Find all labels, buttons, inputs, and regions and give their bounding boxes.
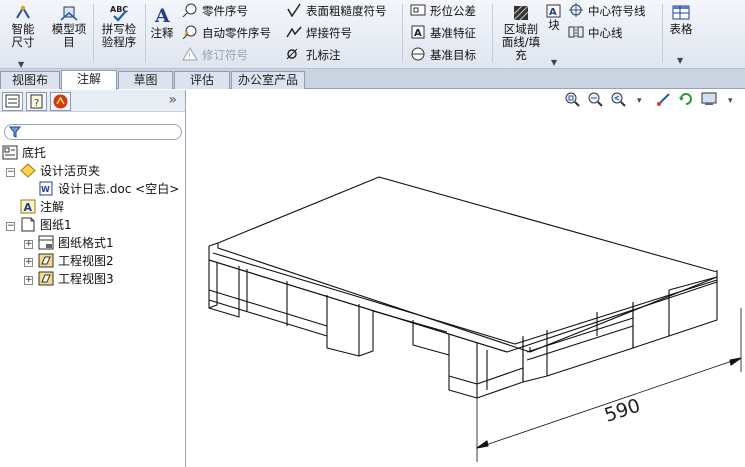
svg-text:?: ? <box>34 98 39 109</box>
datum-target-icon <box>411 47 425 61</box>
centerline-icon <box>568 26 584 38</box>
command-manager-tabs: 视图布局 注解 草图 评估 办公室产品 <box>0 69 745 103</box>
annotations-icon: A <box>20 199 36 214</box>
area-hatch-icon <box>513 5 529 21</box>
tab-sketch[interactable]: 草图 <box>118 71 173 89</box>
weld-symbol-icon <box>286 26 302 38</box>
svg-text:A: A <box>24 201 33 214</box>
tab-view-layout[interactable]: 视图布局 <box>0 71 60 103</box>
tree-item-annotations[interactable]: A 注解 <box>20 198 64 216</box>
collapse-toggle[interactable]: − <box>6 168 15 177</box>
svg-text:!: ! <box>188 52 191 61</box>
smart-dimension-icon <box>16 5 30 19</box>
tree-root-part[interactable]: 底托 <box>2 144 46 162</box>
tables-button[interactable]: 表格 <box>666 4 696 36</box>
block-button[interactable]: A 块 <box>546 4 562 32</box>
drawing-root-icon <box>2 145 18 160</box>
smart-dimension-button[interactable]: 智能尺寸 <box>2 4 44 49</box>
svg-text:W: W <box>41 185 50 194</box>
drawing-view-icon <box>38 253 54 268</box>
geometric-tolerance-button[interactable]: 形位公差 <box>410 2 476 20</box>
center-mark-button[interactable]: 中心符号线 <box>568 2 646 20</box>
model-items-icon <box>60 6 78 21</box>
svg-text:A: A <box>154 5 170 26</box>
collapse-toggle[interactable]: − <box>6 222 15 231</box>
auto-balloon-icon <box>182 25 197 39</box>
weld-symbol-button[interactable]: 焊接符号 <box>286 24 352 42</box>
dimension-text[interactable]: 590 <box>602 395 643 427</box>
tree-item-drawing-view-3[interactable]: 工程视图3 <box>38 270 114 288</box>
tree-item-drawing-view-2[interactable]: 工程视图2 <box>38 252 114 270</box>
geometric-tolerance-icon <box>410 4 426 16</box>
note-icon: A <box>154 5 170 26</box>
datum-feature-icon: A <box>411 25 425 39</box>
expand-toggle[interactable]: + <box>24 258 33 267</box>
centerline-button[interactable]: 中心线 <box>568 24 623 42</box>
chevron-down-icon[interactable]: ▼ <box>18 60 24 69</box>
pallet-drawing-view[interactable]: 590 <box>187 90 745 467</box>
revision-symbol-icon: ! <box>182 47 198 61</box>
command-manager-ribbon: 智能尺寸 ▼ 模型项目 ABC 拼写检验程序 A 注释 零件序号 自动零件序号 … <box>0 0 745 69</box>
sheet-icon <box>21 217 35 232</box>
balloon-button[interactable]: 零件序号 <box>182 2 248 20</box>
surface-finish-icon <box>287 3 301 17</box>
ribbon-divider <box>492 4 493 62</box>
center-mark-icon <box>569 3 583 17</box>
filter-icon <box>9 126 21 138</box>
dimxpert-tab[interactable] <box>50 92 71 111</box>
balloon-icon <box>182 3 197 17</box>
tree-filter-input[interactable] <box>4 124 182 140</box>
sheet-format-icon <box>38 235 54 250</box>
expand-toggle[interactable]: + <box>24 276 33 285</box>
binder-icon <box>20 163 36 178</box>
ribbon-divider <box>662 4 663 62</box>
ribbon-divider <box>402 4 403 62</box>
panel-toolbar: ? » <box>0 90 185 112</box>
ribbon-divider <box>93 4 94 62</box>
surface-finish-button[interactable]: 表面粗糙度符号 <box>286 2 387 20</box>
property-manager-tab[interactable]: ? <box>26 92 47 111</box>
drawing-canvas[interactable]: ▾ ▾ 590 <box>187 90 745 467</box>
model-items-button[interactable]: 模型项目 <box>48 4 90 49</box>
ribbon-divider <box>145 4 146 62</box>
feature-tree-icon <box>5 94 20 108</box>
tab-evaluate[interactable]: 评估 <box>174 71 230 89</box>
chevron-down-icon[interactable]: ▼ <box>551 58 557 67</box>
table-icon <box>672 5 690 20</box>
tab-office-products[interactable]: 办公室产品 <box>231 71 305 89</box>
tab-annotation[interactable]: 注解 <box>61 70 117 90</box>
word-document-icon: W <box>39 181 53 196</box>
auto-balloon-button[interactable]: 自动零件序号 <box>182 24 271 42</box>
revision-symbol-button[interactable]: ! 修订符号 <box>182 46 248 64</box>
datum-target-button[interactable]: 基准目标 <box>410 46 476 64</box>
chevron-down-icon[interactable]: ▼ <box>677 56 683 65</box>
note-button[interactable]: A 注释 <box>148 4 176 40</box>
feature-manager-tab[interactable] <box>2 92 23 111</box>
tree-item-sheet-format[interactable]: 图纸格式1 <box>38 234 114 252</box>
hole-callout-button[interactable]: 孔标注 <box>286 46 341 64</box>
drawing-view-icon <box>38 271 54 286</box>
datum-feature-button[interactable]: A 基准特征 <box>410 24 476 42</box>
svg-text:A: A <box>414 28 422 39</box>
panel-expand-chevron-icon[interactable]: » <box>168 92 177 108</box>
tree-item-design-binder[interactable]: 设计活页夹 <box>20 162 100 180</box>
svg-text:A: A <box>549 7 557 18</box>
dimxpert-icon <box>53 94 68 109</box>
expand-toggle[interactable]: + <box>24 240 33 249</box>
tree-item-design-log[interactable]: W 设计日志.doc <空白> <box>38 180 179 198</box>
block-icon: A <box>546 4 561 18</box>
hole-callout-icon <box>286 48 298 60</box>
area-hatch-button[interactable]: 区域剖面线/填充 <box>497 4 545 62</box>
tree-item-sheet[interactable]: 图纸1 <box>20 216 72 234</box>
property-icon: ? <box>30 94 43 109</box>
spell-checker-button[interactable]: ABC 拼写检验程序 <box>96 4 142 49</box>
spell-check-icon: ABC <box>110 5 128 22</box>
feature-manager-panel: ? » 底托 − 设计活页夹 W 设计日志.doc <空白> A 注解 − 图纸1 … <box>0 90 186 467</box>
